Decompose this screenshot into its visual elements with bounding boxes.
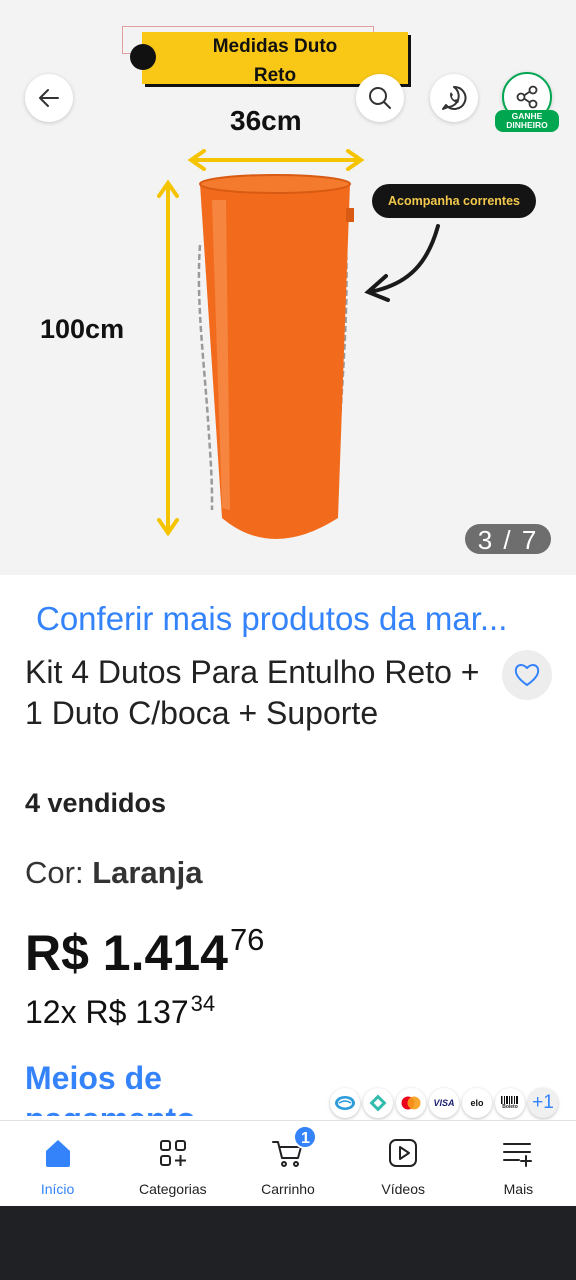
whatsapp-button[interactable] <box>430 74 478 122</box>
mercado-pago-icon <box>330 1088 360 1118</box>
store-products-link[interactable]: Conferir mais produtos da mar... <box>36 600 507 638</box>
sold-count: 4 vendidos <box>25 788 167 818</box>
favorite-button[interactable] <box>502 650 552 700</box>
boleto-icon: Boleto <box>495 1088 525 1118</box>
categories-icon <box>153 1133 193 1173</box>
cart-count-badge: 1 <box>293 1125 318 1149</box>
installment-value: R$ 137 <box>85 994 189 1030</box>
share-icon <box>516 85 538 109</box>
back-button[interactable] <box>25 74 73 122</box>
product-image-gallery[interactable]: Medidas Duto Reto 36cm 100cm Acompanha c… <box>0 0 576 575</box>
search-button[interactable] <box>356 74 404 122</box>
nav-cart[interactable]: 1 Carrinho <box>230 1121 345 1206</box>
color-value: Laranja <box>92 855 203 890</box>
nav-categories[interactable]: Categorias <box>115 1121 230 1206</box>
video-icon <box>383 1133 423 1173</box>
payment-icons[interactable]: VISA elo Boleto +1 <box>330 1086 558 1120</box>
installment-cents: 34 <box>190 991 216 1016</box>
nav-label-more: Mais <box>503 1181 534 1197</box>
mastercard-icon <box>396 1088 426 1118</box>
whatsapp-icon <box>442 85 467 110</box>
earn-badge-line-2: DINHEIRO <box>506 120 548 130</box>
height-arrow <box>157 179 179 537</box>
nav-label-cart: Carrinho <box>261 1181 315 1197</box>
duct-clip <box>346 208 354 222</box>
nav-label-videos: Vídeos <box>381 1181 425 1197</box>
duct-illustration <box>157 149 440 539</box>
installment-prefix: 12x <box>25 994 77 1030</box>
width-label: 36cm <box>230 105 302 136</box>
chains-callout: Acompanha correntes <box>372 184 536 218</box>
width-arrow <box>187 149 365 171</box>
heart-icon <box>514 664 540 686</box>
duct-rim <box>199 174 351 194</box>
color-label: Cor: <box>25 855 93 890</box>
home-icon <box>38 1133 78 1173</box>
nav-videos[interactable]: Vídeos <box>346 1121 461 1206</box>
image-counter: 3 / 7 <box>465 524 551 555</box>
nav-home[interactable]: Início <box>0 1121 115 1206</box>
price-main: R$ 1.414 <box>25 925 228 981</box>
nav-label-categories: Categorias <box>138 1181 207 1197</box>
color-selector[interactable]: Cor: Laranja <box>25 855 202 891</box>
pix-icon <box>363 1088 393 1118</box>
nav-label-home: Início <box>40 1181 75 1197</box>
product-title: Kit 4 Dutos Para Entulho Reto + 1 Duto C… <box>25 654 480 731</box>
visa-icon: VISA <box>429 1088 459 1118</box>
elo-icon: elo <box>462 1088 492 1118</box>
system-navigation-bar <box>0 1206 576 1280</box>
earn-money-badge[interactable]: GANHE DINHEIRO <box>495 110 559 132</box>
arrow-left-icon <box>39 89 59 107</box>
payment-methods-link[interactable]: Meios de pagamento <box>25 1058 325 1116</box>
nav-more[interactable]: Mais <box>461 1121 576 1206</box>
price-cents: 76 <box>229 922 265 957</box>
installment-price: 12x R$ 13734 <box>25 991 216 1031</box>
more-payments-badge: +1 <box>528 1088 558 1118</box>
bottom-navigation: Início Categorias 1 Carrinho Vídeos Mais <box>0 1120 576 1206</box>
menu-plus-icon <box>498 1133 538 1173</box>
search-icon <box>369 87 391 109</box>
height-label: 100cm <box>40 314 125 344</box>
callout-arrow <box>364 224 440 302</box>
price: R$ 1.41476 <box>25 922 265 982</box>
